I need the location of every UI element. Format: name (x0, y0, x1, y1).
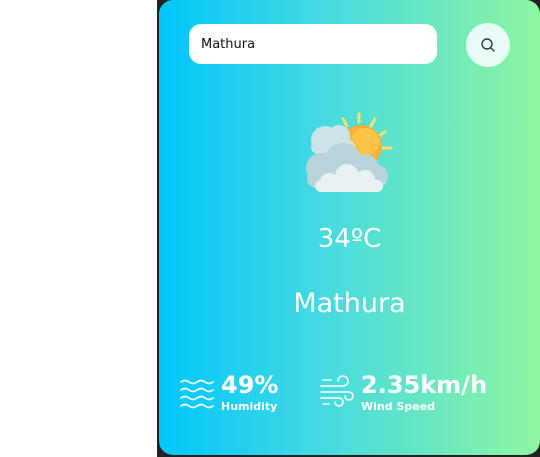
city-search-value: Mathura (201, 36, 256, 52)
wind-icon (320, 375, 354, 407)
partly-cloudy-icon (306, 112, 393, 192)
humidity-text: 49% Humidity (221, 370, 278, 414)
search-button[interactable] (466, 23, 510, 67)
search-icon (481, 38, 495, 52)
wind-value: 2.35km/h (361, 371, 488, 399)
humidity-waves-icon (180, 379, 214, 409)
humidity-label: Humidity (221, 400, 278, 413)
humidity-value: 49% (221, 371, 279, 399)
city-name: Mathura (293, 288, 406, 319)
humidity-stat: 49% Humidity (179, 370, 278, 414)
city-search-input[interactable]: Mathura (189, 24, 437, 64)
wind-label: Wind Speed (361, 400, 436, 413)
page: Mathura 34ºC Mathura 49% Humidity 2.35km… (0, 0, 540, 457)
wind-text: 2.35km/h Wind Speed (361, 370, 487, 414)
weather-card: Mathura 34ºC Mathura 49% Humidity 2.35km… (159, 0, 540, 455)
temperature: 34ºC (317, 224, 382, 254)
wind-stat: 2.35km/h Wind Speed (319, 370, 487, 414)
